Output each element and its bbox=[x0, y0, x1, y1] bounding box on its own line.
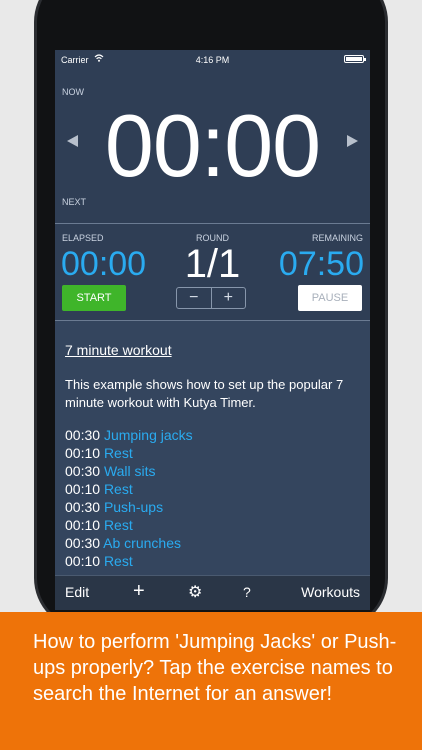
exercise-name-link[interactable]: Rest bbox=[104, 517, 133, 533]
exercise-name-link[interactable]: Rest bbox=[104, 445, 133, 461]
list-item: 00:30 Push-ups bbox=[65, 498, 365, 516]
workouts-button[interactable]: Workouts bbox=[301, 584, 360, 600]
bottom-toolbar: Edit + ⚙ ? Workouts bbox=[55, 575, 370, 610]
add-button[interactable]: + bbox=[133, 580, 145, 603]
exercise-duration: 00:30 bbox=[65, 535, 101, 551]
list-item: 00:10 Rest bbox=[65, 516, 365, 534]
round-increment-button[interactable]: + bbox=[210, 288, 246, 308]
status-time: 4:16 PM bbox=[195, 55, 230, 65]
list-item: 00:30 Jumping jacks bbox=[65, 426, 365, 444]
exercise-name-link[interactable]: Rest bbox=[104, 481, 133, 497]
exercise-duration: 00:30 bbox=[65, 427, 101, 443]
battery-icon bbox=[344, 55, 366, 63]
stats-panel: ELAPSED ROUND REMAINING 00:00 1/1 07:50 … bbox=[55, 224, 370, 320]
promo-banner-text: How to perform 'Jumping Jacks' or Push-u… bbox=[33, 631, 397, 705]
exercise-name-link[interactable]: Rest bbox=[104, 553, 133, 569]
app-screen: Carrier 4:16 PM NOW 00:00 NEXT ELAPSED R… bbox=[55, 50, 370, 610]
exercise-duration: 00:10 bbox=[65, 553, 101, 569]
current-interval-panel: NOW 00:00 NEXT bbox=[55, 70, 370, 223]
promo-banner: How to perform 'Jumping Jacks' or Push-u… bbox=[0, 612, 422, 750]
list-item: 00:30 Wall sits bbox=[65, 462, 365, 480]
exercise-duration: 00:30 bbox=[65, 499, 101, 515]
list-item: 00:30 Ab crunches bbox=[65, 534, 365, 552]
start-button[interactable]: START bbox=[62, 285, 126, 311]
list-item: 00:10 Rest bbox=[65, 444, 365, 462]
exercise-duration: 00:10 bbox=[65, 517, 101, 533]
current-timer-display: 00:00 bbox=[104, 96, 321, 195]
exercise-duration: 00:10 bbox=[65, 481, 101, 497]
list-item: 00:10 Rest bbox=[65, 480, 365, 498]
remaining-value: 07:50 bbox=[278, 245, 364, 283]
exercise-name-link[interactable]: Wall sits bbox=[104, 463, 156, 479]
list-item: 00:10 Rest bbox=[65, 552, 365, 570]
next-label: NEXT bbox=[62, 197, 87, 207]
edit-button[interactable]: Edit bbox=[65, 584, 89, 600]
round-decrement-button[interactable]: − bbox=[177, 288, 211, 308]
help-button[interactable]: ? bbox=[243, 584, 251, 600]
workout-description: 7 minute workout This example shows how … bbox=[55, 321, 370, 575]
exercise-name-link[interactable]: Jumping jacks bbox=[104, 427, 193, 443]
round-stepper: − + bbox=[176, 287, 246, 309]
exercise-name-link[interactable]: Ab crunches bbox=[103, 535, 181, 551]
workout-description-text: This example shows how to set up the pop… bbox=[65, 377, 344, 410]
workout-title-link[interactable]: 7 minute workout bbox=[65, 342, 172, 358]
exercise-duration: 00:30 bbox=[65, 463, 101, 479]
gear-icon[interactable]: ⚙ bbox=[188, 582, 202, 602]
exercise-duration: 00:10 bbox=[65, 445, 101, 461]
triangle-right-icon[interactable] bbox=[347, 135, 358, 147]
status-bar: Carrier 4:16 PM bbox=[55, 50, 370, 70]
pause-button[interactable]: PAUSE bbox=[298, 285, 362, 311]
exercise-list: 00:30 Jumping jacks 00:10 Rest 00:30 Wal… bbox=[65, 426, 365, 570]
exercise-name-link[interactable]: Push-ups bbox=[104, 499, 163, 515]
